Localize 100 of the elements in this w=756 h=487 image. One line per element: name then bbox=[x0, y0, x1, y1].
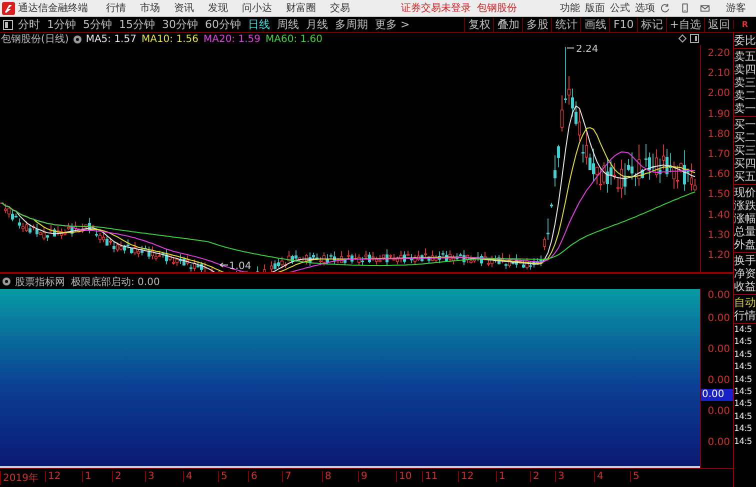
price-axis-label: 1.80 bbox=[708, 128, 730, 140]
stock-name: 包钢股份 bbox=[477, 2, 517, 15]
chart-tool-button[interactable]: 复权 bbox=[464, 18, 494, 32]
trade-time: 14:5 bbox=[734, 374, 753, 386]
date-axis-label: 5 bbox=[218, 471, 228, 482]
indicator-axis-label: 0.00 bbox=[708, 406, 730, 417]
date-axis-label: 2 bbox=[112, 471, 122, 482]
chart-tool-button[interactable]: +自选 bbox=[666, 18, 704, 32]
date-axis-label: 9 bbox=[358, 471, 368, 482]
chart-tool-button[interactable]: 统计 bbox=[551, 18, 580, 32]
indicator-axis-label: 0.00 bbox=[708, 344, 730, 355]
date-axis-label: 4 bbox=[594, 471, 604, 482]
period-tab[interactable]: 周线 bbox=[277, 17, 299, 32]
moving-average-value: MA60: 1.60 bbox=[266, 34, 323, 44]
date-axis-label: 12 bbox=[45, 471, 61, 482]
menu-item[interactable]: 市场 bbox=[140, 1, 160, 15]
trade-time: 14:5 bbox=[734, 398, 753, 411]
price-axis-label: 2.20 bbox=[708, 48, 730, 59]
cursor-value-label: 0.00 bbox=[701, 389, 733, 401]
chart-title: 包钢股份(日线) bbox=[1, 32, 69, 46]
menu-item[interactable]: 公式 bbox=[610, 1, 630, 15]
app-logo-icon bbox=[2, 2, 15, 14]
price-axis-label: 1.30 bbox=[708, 230, 730, 241]
date-axis-label: 1 bbox=[496, 471, 506, 482]
period-tab[interactable]: 分时 bbox=[18, 17, 40, 32]
period-tab[interactable]: 1分钟 bbox=[47, 17, 76, 32]
chart-tool-button[interactable]: 叠加 bbox=[493, 18, 522, 32]
quote-field-label: 卖四 bbox=[734, 63, 756, 76]
date-axis-label: 1 bbox=[82, 471, 92, 482]
quote-field-label: 涨跌 bbox=[734, 199, 756, 212]
date-axis-label: 12 bbox=[458, 471, 474, 482]
price-axis-label: 1.90 bbox=[708, 108, 730, 120]
indicator-axis-label: 0.00 bbox=[708, 290, 730, 301]
date-axis-label: 11 bbox=[422, 471, 438, 482]
period-tab[interactable]: 日线 bbox=[248, 17, 270, 32]
chart-tool-button[interactable]: 返回 bbox=[704, 18, 733, 32]
trade-time: 14:5 bbox=[734, 348, 753, 362]
date-axis-label: 2 bbox=[530, 471, 540, 482]
trade-time: 14:5 bbox=[734, 423, 753, 436]
app-title: 通达信金融终端 bbox=[18, 2, 88, 15]
settings-icon[interactable] bbox=[2, 277, 11, 286]
trade-time: 14:5 bbox=[734, 324, 753, 336]
trade-time: 14:5 bbox=[734, 361, 753, 374]
panel-toggle-icon[interactable] bbox=[3, 20, 13, 30]
user-label[interactable]: 游客 bbox=[726, 1, 746, 15]
menu-item[interactable]: 选项 bbox=[635, 1, 655, 15]
menu-item[interactable]: 功能 bbox=[560, 1, 580, 15]
panel-toggle-icon[interactable] bbox=[690, 34, 699, 43]
moving-average-value: MA20: 1.59 bbox=[203, 34, 260, 44]
refresh-icon[interactable] bbox=[660, 3, 670, 13]
phone-icon[interactable] bbox=[680, 3, 690, 13]
chart-tool-button[interactable]: 标记 bbox=[636, 18, 666, 32]
menu-item[interactable]: 资讯 bbox=[174, 1, 194, 15]
view-label[interactable]: 行情 bbox=[734, 309, 756, 322]
quote-field-label: 收益 bbox=[734, 280, 756, 293]
quote-field-label: 净资 bbox=[734, 267, 756, 280]
date-axis-label: 5 bbox=[630, 471, 640, 482]
indicator-axis-label: 0.00 bbox=[708, 313, 730, 324]
quote-field-label: 现价 bbox=[734, 186, 756, 199]
quote-field-label: 买五 bbox=[734, 170, 756, 183]
period-tab[interactable]: 60分钟 bbox=[205, 17, 241, 32]
quote-field-label: 卖三 bbox=[734, 76, 756, 89]
quote-field-label: 买二 bbox=[734, 131, 756, 144]
mode-label[interactable]: 自动 bbox=[734, 296, 756, 309]
corner-label: R bbox=[733, 20, 756, 29]
menu-item[interactable]: 行情 bbox=[106, 1, 126, 15]
price-axis-label: 1.20 bbox=[708, 250, 730, 261]
indicator-axis-label: 0.00 bbox=[708, 375, 730, 386]
menu-item[interactable]: 问小达 bbox=[242, 1, 272, 15]
period-tab[interactable]: 更多 > bbox=[375, 17, 410, 32]
settings-icon[interactable] bbox=[72, 34, 82, 44]
price-axis-label: 1.50 bbox=[708, 189, 730, 200]
date-axis-label: 7 bbox=[282, 471, 292, 482]
indicator-source: 股票指标网 bbox=[15, 276, 65, 288]
quote-field-label: 涨幅 bbox=[734, 212, 756, 225]
quote-field-label: 买四 bbox=[734, 157, 756, 170]
trade-time: 14:5 bbox=[734, 386, 753, 398]
quote-field-label: 卖五 bbox=[734, 50, 756, 63]
period-tab[interactable]: 15分钟 bbox=[119, 17, 155, 32]
menu-item[interactable]: 发现 bbox=[208, 1, 228, 15]
chart-tool-button[interactable]: F10 bbox=[609, 18, 637, 32]
chart-tool-button[interactable]: 多股 bbox=[522, 18, 552, 32]
menu-item[interactable]: 财富圈 bbox=[286, 1, 316, 15]
date-axis-label: 3 bbox=[145, 471, 154, 482]
date-axis-label: 2019年 bbox=[0, 471, 38, 485]
period-tab[interactable]: 月线 bbox=[306, 17, 328, 32]
quote-field-label: 卖一 bbox=[734, 102, 756, 115]
period-tab[interactable]: 30分钟 bbox=[162, 17, 198, 32]
price-axis-label: 1.60 bbox=[708, 169, 730, 180]
menu-item[interactable]: 版面 bbox=[585, 1, 605, 15]
period-tab[interactable]: 5分钟 bbox=[83, 17, 112, 32]
date-axis-label: 3 bbox=[555, 471, 564, 482]
login-status[interactable]: 证券交易未登录 bbox=[401, 1, 471, 15]
diamond-icon[interactable] bbox=[678, 34, 687, 43]
envelope-icon[interactable] bbox=[700, 3, 710, 13]
menu-item[interactable]: 交易 bbox=[330, 1, 350, 15]
low-price-label: 1.04 bbox=[220, 261, 252, 272]
period-tab[interactable]: 多周期 bbox=[335, 17, 368, 32]
chart-tool-button[interactable]: 画线 bbox=[580, 18, 610, 32]
price-axis-label: 1.70 bbox=[708, 149, 730, 160]
